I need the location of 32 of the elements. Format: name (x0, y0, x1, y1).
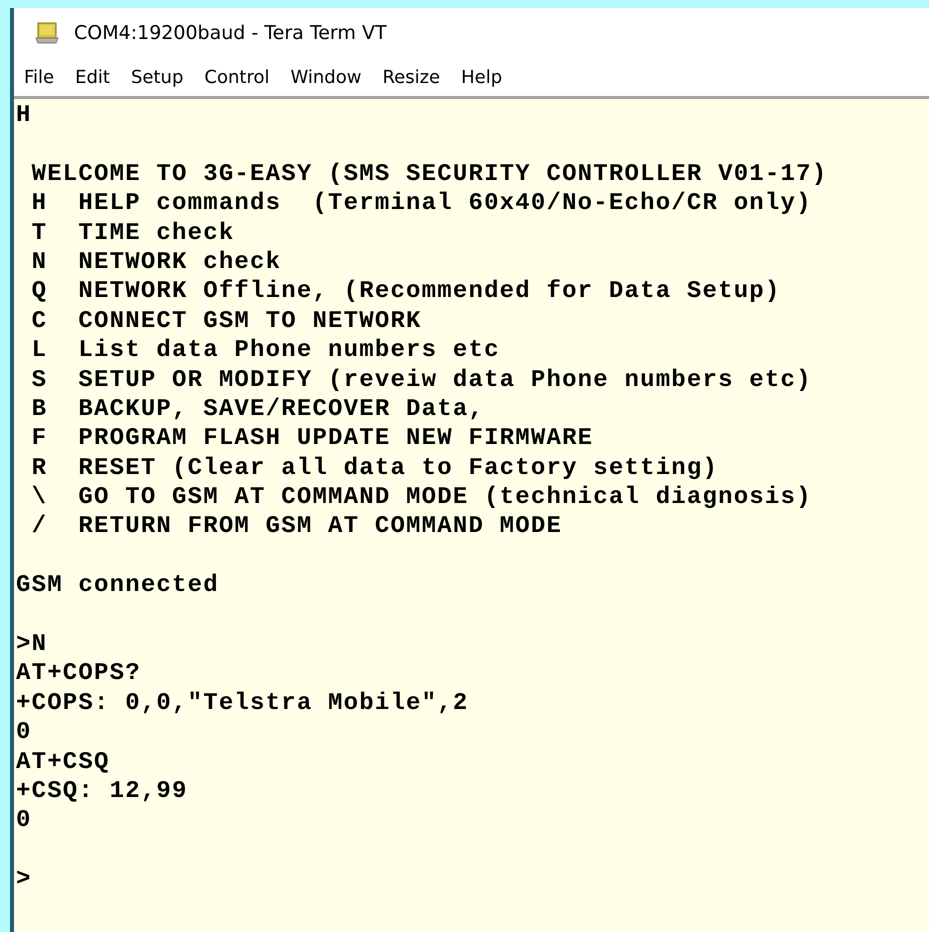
terminal-line: 0 (16, 807, 32, 834)
terminal-line: S SETUP OR MODIFY (reveiw data Phone numbers etc) (30, 366, 812, 394)
menu-item[interactable]: Control (204, 66, 270, 88)
terminal-line: T TIME check (30, 220, 234, 247)
terminal-line: GSM connected (16, 572, 219, 600)
menu-item[interactable]: Edit (75, 66, 110, 88)
terminal-line: H (16, 102, 32, 129)
terminal-line: WELCOME TO 3G-EASY (SMS SECURITY CONTROLLER V01-17) (30, 160, 828, 188)
terminal-line: +COPS: 0,0,"Telstra Mobile",2 (16, 690, 468, 717)
terminal-line: C CONNECT GSM TO NETWORK (30, 308, 422, 335)
terminal-line: N NETWORK check (30, 248, 282, 276)
terminal-line: / RETURN FROM GSM AT COMMAND MODE (30, 513, 562, 540)
terminal-line: >N (16, 631, 48, 658)
terminal-line: H HELP commands (Terminal 60x40/No-Echo/CR only) (30, 190, 812, 218)
terminal-line: Q NETWORK Offline, (Recommended for Data Setup) (30, 278, 781, 306)
terminal-line: F PROGRAM FLASH UPDATE NEW FIRMWARE (30, 425, 594, 452)
terminal-line: +CSQ: 12,99 (16, 778, 188, 805)
terminal-line: AT+COPS? (16, 660, 141, 688)
terminal-line: AT+CSQ (16, 748, 110, 776)
terminal-app-icon (34, 21, 60, 45)
menu-item[interactable]: Window (290, 66, 362, 88)
window-title: COM4:19200baud - Tera Term VT (74, 22, 387, 44)
menu-item[interactable]: Setup (130, 66, 184, 88)
terminal-line: \ GO TO GSM AT COMMAND MODE (technical diagnosis) (30, 484, 812, 512)
terminal-line: B BACKUP, SAVE/RECOVER Data, (30, 396, 484, 423)
terminal-line: L List data Phone numbers etc (30, 337, 500, 364)
menu-item[interactable]: Resize (382, 66, 440, 88)
terminal-line: > (16, 866, 32, 894)
terminal-line: R RESET (Clear all data to Factory setting) (30, 454, 718, 482)
menu-item[interactable]: Help (461, 66, 502, 88)
terminal-line: 0 (16, 719, 32, 746)
menu-item[interactable]: File (24, 66, 54, 88)
